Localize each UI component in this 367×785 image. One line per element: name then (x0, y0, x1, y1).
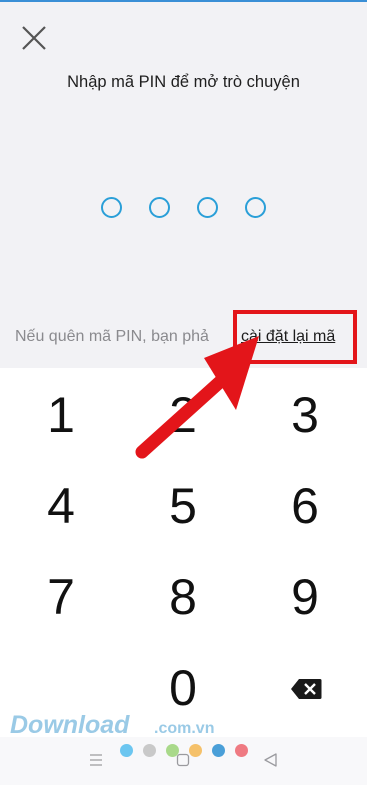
watermark-dot (143, 744, 156, 757)
key-4[interactable]: 4 (0, 460, 122, 552)
menu-icon[interactable] (89, 753, 103, 767)
backspace-icon[interactable] (290, 678, 322, 700)
watermark-dot (120, 744, 133, 757)
key-6[interactable]: 6 (244, 460, 366, 552)
key-8[interactable]: 8 (122, 551, 244, 643)
key-1[interactable]: 1 (0, 369, 122, 461)
watermark-dot (212, 744, 225, 757)
highlight-box (233, 310, 357, 364)
key-2[interactable]: 2 (122, 369, 244, 461)
key-5[interactable]: 5 (122, 460, 244, 552)
pin-dot (197, 197, 218, 218)
back-icon[interactable] (263, 752, 278, 768)
key-3[interactable]: 3 (244, 369, 366, 461)
pin-indicator (0, 197, 367, 218)
watermark-logo: Download .com.vn (10, 711, 214, 739)
home-icon[interactable] (176, 753, 190, 767)
pin-dot (149, 197, 170, 218)
close-icon[interactable] (18, 22, 50, 54)
pin-dot (245, 197, 266, 218)
pin-dot (101, 197, 122, 218)
forgot-pin-text: Nếu quên mã PIN, bạn phả (15, 328, 209, 345)
svg-text:.com.vn: .com.vn (154, 720, 214, 737)
page-title: Nhập mã PIN để mở trò chuyện (67, 73, 300, 91)
key-7[interactable]: 7 (0, 551, 122, 643)
svg-text:Download: Download (10, 711, 130, 739)
watermark-dot (235, 744, 248, 757)
watermark-dot (189, 744, 202, 757)
key-9[interactable]: 9 (244, 551, 366, 643)
